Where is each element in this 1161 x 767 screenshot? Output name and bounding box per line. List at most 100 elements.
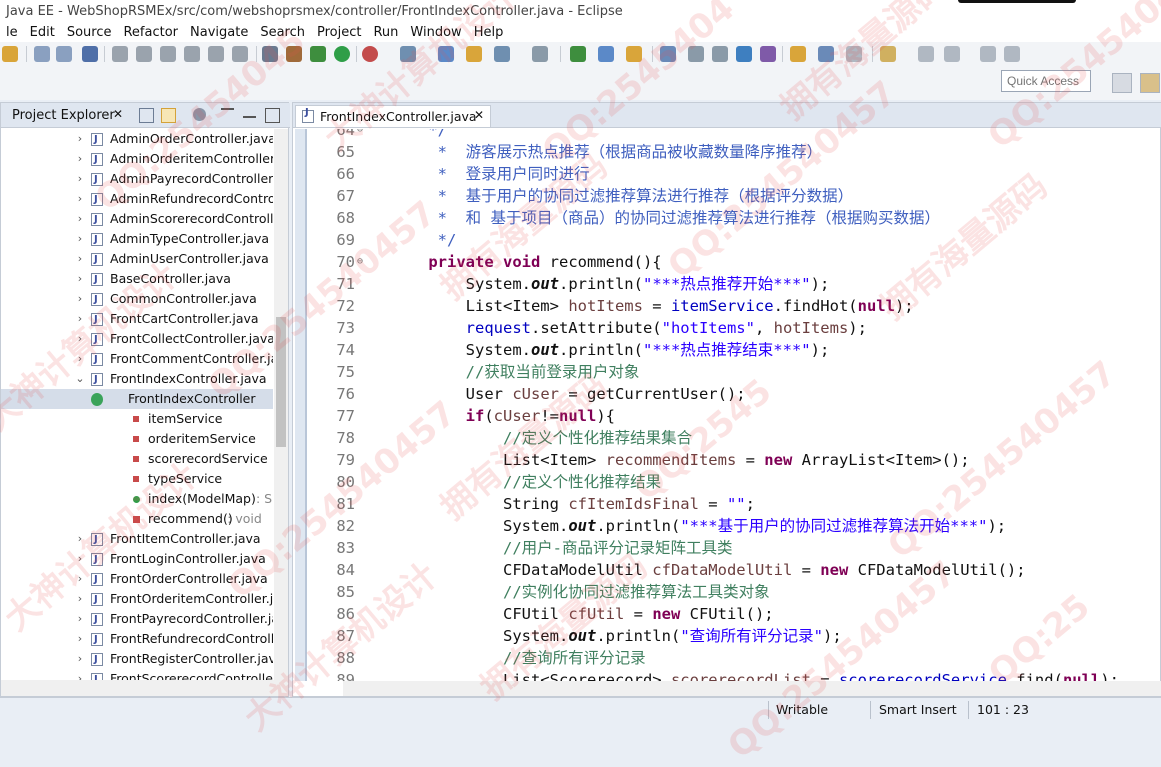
java-ee-perspective-icon[interactable] xyxy=(1140,73,1160,93)
tree-item[interactable]: › FrontScorerecordControlle xyxy=(1,669,273,680)
toolbar-icon[interactable] xyxy=(208,46,224,62)
toolbar-icon[interactable] xyxy=(136,46,152,62)
toolbar-icon[interactable] xyxy=(262,46,278,62)
tree-item[interactable]: › AdminScorerecordControlle xyxy=(1,209,273,230)
tree-item[interactable]: › AdminPayrecordController.j xyxy=(1,169,273,190)
toolbar-icon[interactable] xyxy=(334,46,350,62)
chevron-right-icon[interactable]: › xyxy=(75,309,85,329)
close-icon[interactable]: ✕ xyxy=(474,108,484,122)
toolbar-icon[interactable] xyxy=(232,46,248,62)
tree-item[interactable]: › AdminOrderitemController.j xyxy=(1,149,273,170)
toolbar-icon[interactable] xyxy=(1004,46,1020,62)
tree-item[interactable]: › FrontCollectController.java xyxy=(1,329,273,350)
minimize-icon[interactable] xyxy=(243,108,256,118)
maximize-icon[interactable] xyxy=(265,108,280,123)
tree-item[interactable]: recommend() : void xyxy=(1,509,273,529)
editor-horizontal-scrollbar[interactable] xyxy=(343,681,1161,696)
chevron-right-icon[interactable]: › xyxy=(75,589,85,609)
open-perspective-icon[interactable] xyxy=(1112,73,1132,93)
toolbar-icon[interactable] xyxy=(760,46,776,62)
chevron-down-icon[interactable]: ⌄ xyxy=(75,369,85,389)
tree-item[interactable]: › AdminOrderController.java xyxy=(1,129,273,150)
toolbar-icon[interactable] xyxy=(944,46,960,62)
toolbar-icon[interactable] xyxy=(160,46,176,62)
toolbar-icon[interactable] xyxy=(880,46,896,62)
menu-item[interactable]: Help xyxy=(468,24,510,42)
toolbar-icon[interactable] xyxy=(790,46,806,62)
chevron-right-icon[interactable]: › xyxy=(75,249,85,269)
menu-item[interactable]: Window xyxy=(404,24,467,42)
tree-item[interactable]: › FrontLoginController.java xyxy=(1,549,273,570)
chevron-right-icon[interactable]: › xyxy=(75,189,85,209)
menu-item[interactable]: Edit xyxy=(24,24,61,42)
tree-item[interactable]: › AdminTypeController.java xyxy=(1,229,273,250)
toolbar-icon[interactable] xyxy=(184,46,200,62)
toolbar-icon[interactable] xyxy=(532,46,548,62)
chevron-right-icon[interactable]: › xyxy=(75,629,85,649)
tree-item[interactable]: index(ModelMap) : S xyxy=(1,489,273,509)
tree-item[interactable]: › CommonController.java xyxy=(1,289,273,310)
toolbar-icon[interactable] xyxy=(818,46,834,62)
chevron-right-icon[interactable]: › xyxy=(75,669,85,680)
toolbar-icon[interactable] xyxy=(494,46,510,62)
tree-item[interactable]: › FrontRefundrecordControlle xyxy=(1,629,273,650)
chevron-right-icon[interactable]: › xyxy=(75,349,85,369)
toolbar-icon[interactable] xyxy=(688,46,704,62)
chevron-right-icon[interactable]: › xyxy=(75,149,85,169)
tree-item[interactable]: › BaseController.java xyxy=(1,269,273,290)
chevron-right-icon[interactable]: › xyxy=(75,609,85,629)
chevron-right-icon[interactable]: › xyxy=(75,649,85,669)
toolbar-icon[interactable] xyxy=(466,46,482,62)
toolbar-icon[interactable] xyxy=(310,46,326,62)
toolbar-icon[interactable] xyxy=(626,46,642,62)
menu-item[interactable]: Search xyxy=(254,24,311,42)
tree-item[interactable]: › FrontCommentController.jav xyxy=(1,349,273,370)
toolbar-icon[interactable] xyxy=(34,46,50,62)
toolbar-icon[interactable] xyxy=(2,46,18,62)
toolbar-icon[interactable] xyxy=(712,46,728,62)
menu-item[interactable]: le xyxy=(0,24,24,42)
tree-item[interactable]: › AdminUserController.java xyxy=(1,249,273,270)
chevron-right-icon[interactable]: › xyxy=(75,169,85,189)
chevron-right-icon[interactable]: › xyxy=(75,529,85,549)
menu-item[interactable]: Run xyxy=(367,24,404,42)
tree-item[interactable]: itemService xyxy=(1,409,273,429)
chevron-right-icon[interactable]: › xyxy=(75,569,85,589)
toolbar-icon[interactable] xyxy=(918,46,934,62)
tree-item[interactable]: › FrontItemController.java xyxy=(1,529,273,550)
chevron-right-icon[interactable]: › xyxy=(75,209,85,229)
tree-item[interactable]: › FrontRegisterController.java xyxy=(1,649,273,670)
chevron-right-icon[interactable]: › xyxy=(75,229,85,249)
code-text-area[interactable]: 64 ⊖ */65 * 游客展示热点推荐（根据商品被收藏数量降序推荐） 66 * 登… xyxy=(307,129,1160,681)
menu-item[interactable]: Source xyxy=(61,24,118,42)
fold-toggle-icon[interactable]: ⊖ xyxy=(357,129,365,141)
menu-item[interactable]: Navigate xyxy=(184,24,254,42)
link-with-editor-icon[interactable] xyxy=(161,108,176,123)
tree-item[interactable]: orderitemService xyxy=(1,429,273,449)
toolbar-icon[interactable] xyxy=(598,46,614,62)
chevron-right-icon[interactable]: › xyxy=(75,129,85,149)
chevron-right-icon[interactable]: › xyxy=(75,269,85,289)
tree-item[interactable]: › FrontOrderitemController.ja xyxy=(1,589,273,610)
toolbar-icon[interactable] xyxy=(400,46,416,62)
chevron-right-icon[interactable]: › xyxy=(75,329,85,349)
tree-item[interactable]: › FrontOrderController.java xyxy=(1,569,273,590)
toolbar-icon[interactable] xyxy=(736,46,752,62)
menu-item[interactable]: Refactor xyxy=(117,24,184,42)
toolbar-icon[interactable] xyxy=(570,46,586,62)
explorer-scroll-thumb[interactable] xyxy=(276,317,286,447)
chevron-right-icon[interactable]: › xyxy=(75,289,85,309)
collapse-all-icon[interactable] xyxy=(139,108,154,123)
focus-icon[interactable] xyxy=(193,108,206,121)
close-icon[interactable]: ✕ xyxy=(113,107,123,121)
tree-item[interactable]: scorerecordService xyxy=(1,449,273,469)
view-menu-icon[interactable] xyxy=(221,108,234,116)
tree-item[interactable]: ⌄FrontIndexController xyxy=(1,389,273,409)
toolbar-icon[interactable] xyxy=(112,46,128,62)
fold-toggle-icon[interactable]: ⊖ xyxy=(357,251,365,273)
tree-item[interactable]: › FrontPayrecordController.ja xyxy=(1,609,273,630)
tree-item[interactable]: › AdminRefundrecordControl xyxy=(1,189,273,210)
toolbar-icon[interactable] xyxy=(846,46,862,62)
tree-item[interactable]: typeService xyxy=(1,469,273,489)
toolbar-icon[interactable] xyxy=(660,46,676,62)
